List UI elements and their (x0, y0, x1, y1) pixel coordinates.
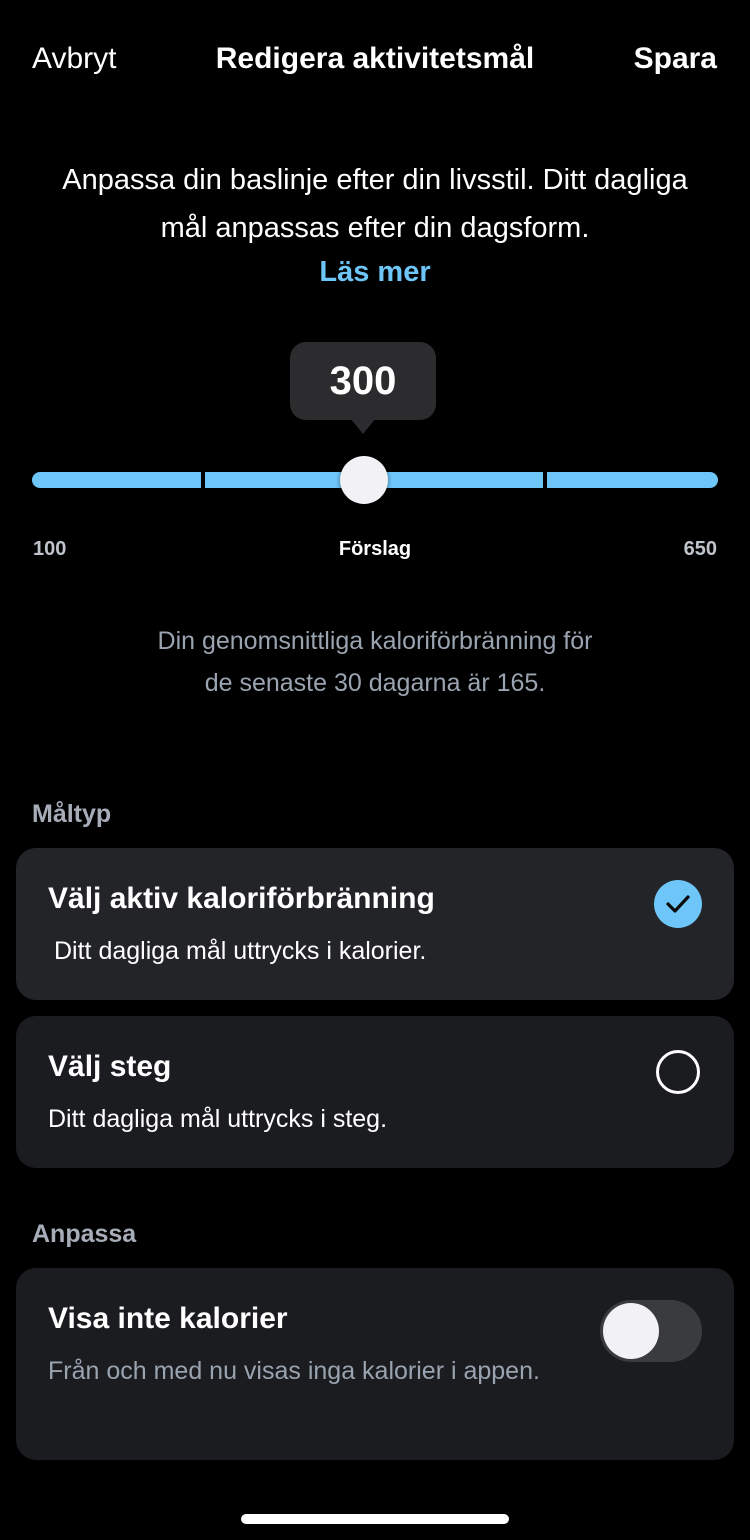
navigation-header: Avbryt Redigera aktivitetsmål Spara (0, 0, 750, 124)
checkmark-icon-glyph (666, 895, 690, 913)
slider-value-bubble-tail (350, 418, 376, 434)
goal-type-section-label: Måltyp (32, 800, 112, 828)
average-burn-line-2: de senaste 30 dagarna är 165. (204, 669, 546, 697)
slider-suggestion-label: Förslag (338, 538, 412, 560)
option-active-calories[interactable]: Välj aktiv kaloriförbränning Ditt daglig… (16, 848, 734, 1000)
slider-tick (543, 470, 547, 490)
save-button[interactable]: Spara (634, 42, 717, 76)
toggle-knob (603, 1303, 659, 1359)
setting-title: Visa inte kalorier (48, 1302, 288, 1335)
radio-circle-icon[interactable] (656, 1050, 700, 1094)
read-more-link[interactable]: Läs mer (0, 256, 750, 289)
average-burn-line-1: Din genomsnittliga kaloriförbränning för (157, 627, 593, 655)
hide-calories-toggle[interactable] (600, 1300, 702, 1362)
slider-max-label: 650 (683, 538, 717, 560)
average-burn-text: Din genomsnittliga kaloriförbränning för… (80, 620, 670, 704)
checkmark-icon (654, 880, 702, 928)
option-title: Välj steg (48, 1050, 172, 1083)
option-subtitle: Ditt dagliga mål uttrycks i kalorier. (54, 937, 427, 965)
intro-description: Anpassa din baslinje efter din livsstil.… (62, 164, 688, 244)
hide-calories-setting: Visa inte kalorier Från och med nu visas… (16, 1268, 734, 1460)
option-steps[interactable]: Välj steg Ditt dagliga mål uttrycks i st… (16, 1016, 734, 1168)
slider-tick (201, 470, 205, 490)
option-title: Välj aktiv kaloriförbränning (48, 882, 435, 915)
goal-slider-thumb[interactable] (340, 456, 388, 504)
home-indicator (241, 1514, 509, 1524)
edit-activity-goal-screen: Avbryt Redigera aktivitetsmål Spara Anpa… (0, 0, 750, 1540)
customize-section-label: Anpassa (32, 1220, 137, 1248)
slider-value-bubble: 300 (290, 342, 436, 420)
setting-subtitle: Från och med nu visas inga kalorier i ap… (48, 1357, 540, 1385)
option-subtitle: Ditt dagliga mål uttrycks i steg. (48, 1105, 388, 1133)
